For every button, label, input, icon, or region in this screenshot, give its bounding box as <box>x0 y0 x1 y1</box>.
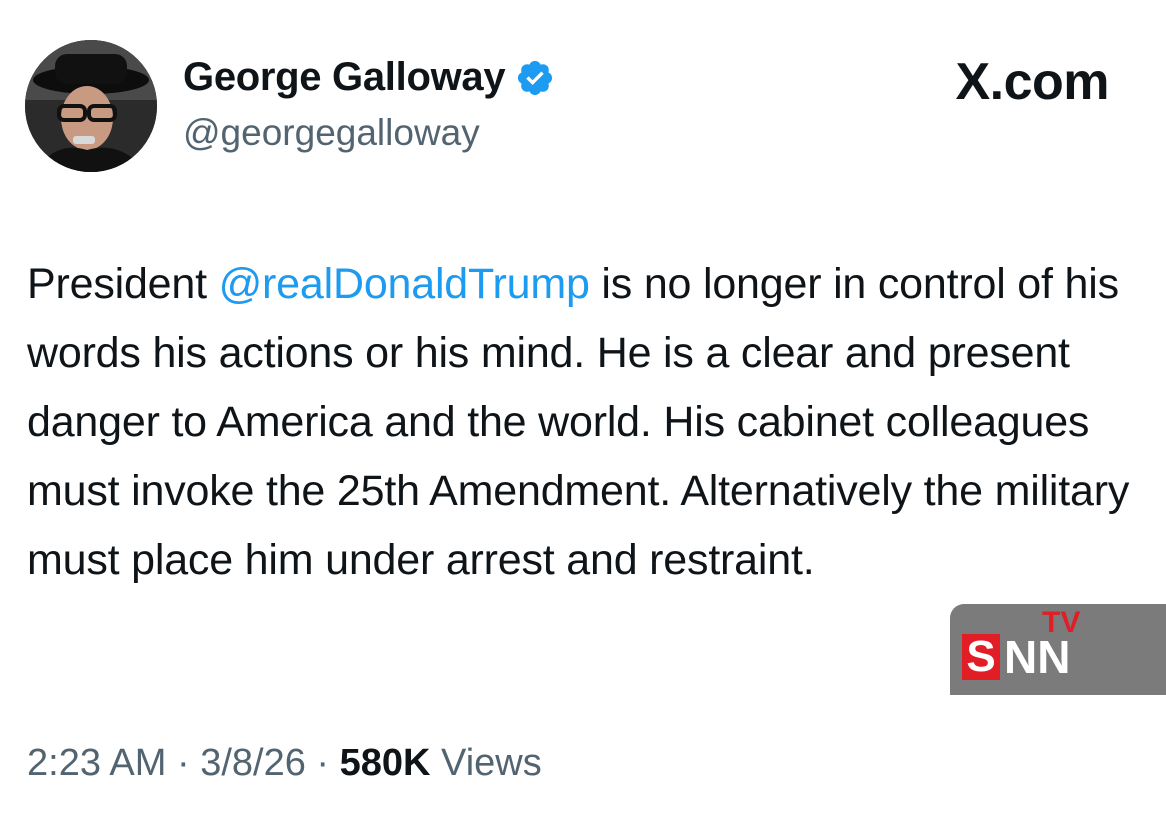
snn-tv-watermark: TV S NN <box>950 604 1166 695</box>
author-display-name[interactable]: George Galloway <box>183 55 506 100</box>
tweet-text-rest: is no longer in control of his words his… <box>27 260 1130 584</box>
author-handle[interactable]: @georgegalloway <box>183 112 480 154</box>
verified-badge-icon <box>515 58 555 98</box>
author-name-row: George Galloway <box>183 55 555 100</box>
meta-separator: · <box>316 742 330 784</box>
tweet-date[interactable]: 3/8/26 <box>200 742 306 784</box>
avatar-image <box>25 40 157 172</box>
watermark-nn-text: NN <box>1004 631 1071 683</box>
tweet-time[interactable]: 2:23 AM <box>27 742 166 784</box>
site-logo-text: X.com <box>955 53 1109 111</box>
views-count[interactable]: 580K <box>340 742 431 784</box>
tweet-meta: 2:23 AM · 3/8/26 · 580K Views <box>27 742 542 785</box>
tweet-mention-link[interactable]: @realDonaldTrump <box>219 260 590 308</box>
views-label: Views <box>441 742 542 784</box>
watermark-s-text: S <box>962 634 1000 680</box>
tweet-body: President @realDonaldTrump is no longer … <box>27 250 1147 595</box>
author-avatar[interactable] <box>25 40 157 172</box>
meta-separator: · <box>176 742 190 784</box>
tweet-text-start: President <box>27 260 219 308</box>
